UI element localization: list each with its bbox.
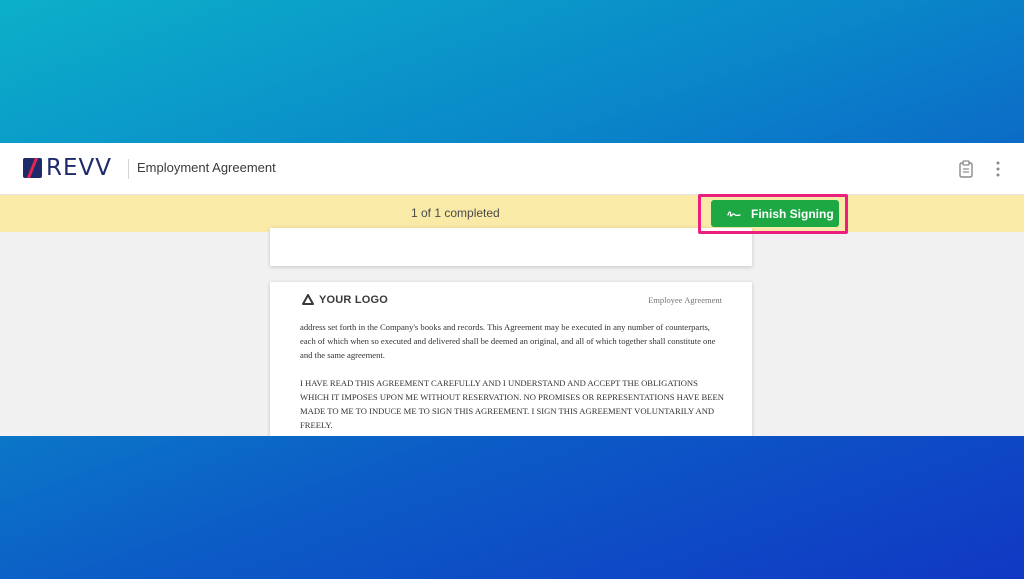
document-paragraph: I HAVE READ THIS AGREEMENT CAREFULLY AND… xyxy=(300,378,724,430)
document-logo: YOUR LOGO xyxy=(302,294,388,306)
signature-icon xyxy=(727,210,741,217)
clipboard-icon[interactable] xyxy=(958,160,974,178)
revv-logo[interactable]: REVV xyxy=(23,155,112,181)
top-bar: REVV Employment Agreement xyxy=(0,143,1024,195)
title-divider xyxy=(128,159,129,179)
finish-signing-label: Finish Signing xyxy=(751,206,834,221)
document-header-label: Employee Agreement xyxy=(648,295,722,305)
logo-mark-icon xyxy=(23,158,42,178)
logo-placeholder-icon xyxy=(302,294,314,305)
document-paragraph: address set forth in the Company's books… xyxy=(300,322,716,360)
finish-signing-button[interactable]: Finish Signing xyxy=(711,200,839,227)
document-title: Employment Agreement xyxy=(137,160,276,175)
app-window: REVV Employment Agreement 1 of 1 complet… xyxy=(0,143,1024,436)
completion-progress: 1 of 1 completed xyxy=(411,206,500,220)
document-logo-text: YOUR LOGO xyxy=(319,294,389,306)
document-page: YOUR LOGO Employee Agreement address set… xyxy=(270,282,752,436)
previous-page xyxy=(270,228,752,266)
brand-name: REVV xyxy=(46,155,112,181)
more-vertical-icon[interactable] xyxy=(990,159,1006,179)
document-body: address set forth in the Company's books… xyxy=(300,320,725,436)
signing-status-banner: 1 of 1 completed xyxy=(0,195,1024,232)
